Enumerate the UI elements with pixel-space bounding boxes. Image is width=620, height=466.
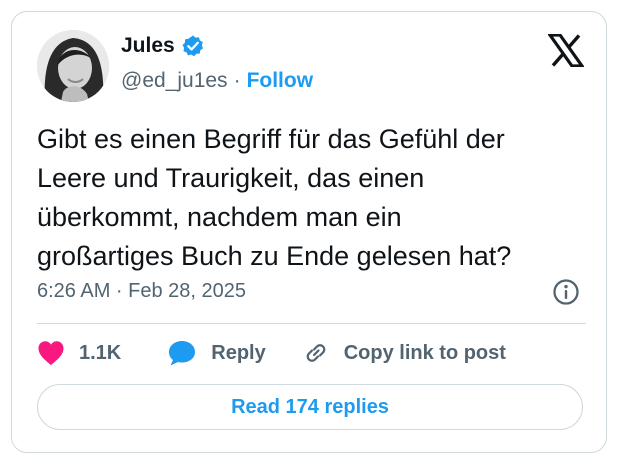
- x-logo-icon[interactable]: [546, 33, 586, 68]
- tweet-timestamp[interactable]: 6:26 AM · Feb 28, 2025: [37, 280, 246, 303]
- follow-button[interactable]: Follow: [247, 69, 314, 93]
- reply-label: Reply: [211, 341, 266, 364]
- author-name-row: Jules: [121, 34, 205, 58]
- tweet-card: Jules @ed_ju1es · Follow Gibt es einen B…: [11, 11, 607, 453]
- copy-link-button[interactable]: Copy link to post: [302, 339, 506, 367]
- like-count: 1.1K: [79, 341, 122, 364]
- link-icon: [306, 344, 326, 362]
- avatar[interactable]: [37, 30, 109, 102]
- read-replies-button[interactable]: Read 174 replies: [37, 384, 583, 430]
- handle-separator: ·: [233, 69, 241, 92]
- author-handle[interactable]: @ed_ju1es: [121, 69, 228, 93]
- like-button[interactable]: 1.1K: [37, 340, 121, 366]
- copy-link-label: Copy link to post: [343, 341, 506, 364]
- reply-button[interactable]: Reply: [167, 339, 266, 367]
- info-icon[interactable]: [552, 278, 580, 306]
- verified-badge-icon: [181, 34, 205, 58]
- reply-bubble-icon: [169, 341, 196, 366]
- tweet-text: Gibt es einen Begriff für das Gefühl der…: [37, 124, 512, 271]
- action-bar: 1.1K Reply Copy link to post: [37, 338, 506, 368]
- author-handle-row: @ed_ju1es · Follow: [121, 69, 313, 93]
- heart-icon: [38, 341, 64, 365]
- author-name[interactable]: Jules: [121, 34, 175, 58]
- divider: [37, 323, 586, 324]
